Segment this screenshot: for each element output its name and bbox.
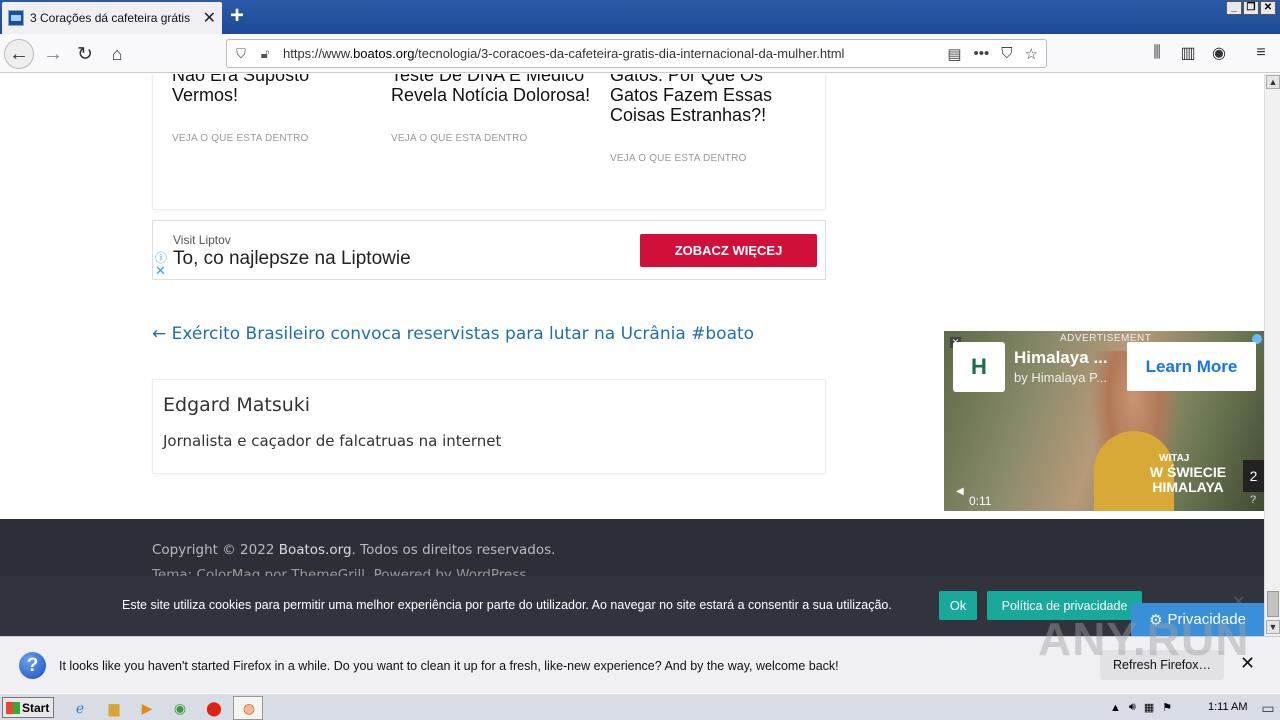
menu-icon[interactable]: ≡	[1250, 42, 1272, 64]
flag-icon[interactable]: ⚑	[1162, 701, 1172, 714]
vertical-scrollbar[interactable]: ▲ ▼	[1264, 74, 1280, 636]
reload-icon[interactable]: ↻	[70, 39, 100, 69]
lock-icon[interactable]: 🔓︎	[255, 46, 275, 62]
ad-cta-button[interactable]: ZOBACZ WIĘCEJ	[640, 234, 817, 267]
mute-icon[interactable]: ◀︎	[956, 486, 964, 497]
minimize-icon[interactable]: _	[1226, 1, 1242, 15]
recommendations-box: Não Era Suposto Vermos! VEJA O QUE ESTA …	[152, 74, 826, 210]
clock[interactable]: 1:11 AM	[1208, 701, 1248, 713]
video-ad-title[interactable]: Himalaya ...	[1014, 348, 1108, 368]
recommendation-cta[interactable]: VEJA O QUE ESTA DENTRO	[610, 149, 800, 169]
account-icon[interactable]: ◉	[1208, 42, 1230, 64]
back-icon[interactable]: ←	[4, 39, 34, 69]
library-icon[interactable]: ⫼	[1146, 42, 1168, 64]
network-icon[interactable]: ▦	[1144, 701, 1154, 714]
url-actions: ▤ ••• ⛉ ☆	[947, 45, 1046, 63]
volume-icon[interactable]: 🔊︎	[1129, 701, 1136, 714]
chrome-icon[interactable]: ◉	[170, 698, 190, 718]
video-overlay-small: WITAJ	[1159, 453, 1190, 464]
firefox-taskbar-button[interactable]: ◍	[233, 696, 263, 720]
footer-site-link[interactable]: Boatos.org	[279, 542, 352, 558]
ad-headline[interactable]: To, co najlepsze na Liptowie	[173, 248, 411, 270]
more-icon[interactable]: •••	[974, 45, 990, 63]
sidebar-icon[interactable]: ▥	[1177, 42, 1199, 64]
start-button[interactable]: Start	[2, 697, 54, 718]
media-player-icon[interactable]: ▶	[137, 698, 157, 718]
recommendation-cta[interactable]: VEJA O QUE ESTA DENTRO	[172, 129, 352, 149]
notification-text: It looks like you haven't started Firefo…	[59, 659, 839, 673]
scroll-up-icon[interactable]: ▲	[1266, 75, 1280, 89]
url-bar[interactable]: ⛉ 🔓︎ https://www.boatos.org/tecnologia/3…	[226, 39, 1047, 68]
firefox-icon: ◍	[242, 699, 256, 716]
windows-logo-icon	[6, 701, 20, 714]
site-favicon-icon	[8, 10, 24, 26]
recommendation-title[interactable]: Não Era Suposto Vermos!	[172, 74, 352, 105]
close-tab-icon[interactable]: ✕	[203, 8, 216, 28]
url-text[interactable]: https://www.boatos.org/tecnologia/3-cora…	[283, 46, 903, 61]
cookie-text: Este site utiliza cookies para permitir …	[122, 598, 892, 612]
opera-icon[interactable]: ⬤	[204, 698, 224, 718]
ie-icon[interactable]: ℯ	[70, 698, 90, 718]
shield-icon[interactable]: ⛉	[231, 46, 251, 62]
video-ad-logo: H	[953, 342, 1005, 392]
tray-expand-icon[interactable]: ▲	[1110, 702, 1121, 714]
window-controls: _ ❐ ✕	[1226, 1, 1276, 15]
video-ad[interactable]: ✕ ADVERTISEMENT H Himalaya ... by Himala…	[944, 331, 1264, 511]
new-tab-button[interactable]: +	[230, 3, 244, 29]
start-label: Start	[22, 700, 50, 715]
author-box: Edgard Matsuki Jornalista e caçador de f…	[152, 379, 826, 474]
browser-tab[interactable]: 3 Corações dá cafeteira grátis por ✕	[2, 2, 222, 34]
help-icon[interactable]: ?	[1250, 494, 1256, 506]
folder-icon[interactable]: ▆	[104, 698, 124, 718]
scroll-down-icon[interactable]: ▼	[1266, 620, 1280, 634]
recommendation-cta[interactable]: VEJA O QUE ESTA DENTRO	[391, 129, 591, 149]
recommendation-item[interactable]: Teste De DNA E Médico Revela Notícia Dol…	[391, 74, 591, 149]
pocket-icon[interactable]: ⛉	[1001, 45, 1012, 63]
reader-icon[interactable]: ▤	[947, 45, 961, 63]
anyrun-watermark: ANY.RUN	[1038, 613, 1250, 665]
previous-post-link[interactable]: ← Exército Brasileiro convoca reservista…	[152, 324, 754, 344]
restore-icon[interactable]: ❐	[1243, 1, 1259, 15]
navigation-toolbar: ← → ↻ ⌂ ⛉ 🔓︎ https://www.boatos.org/tecn…	[0, 34, 1280, 73]
scrollbar-thumb[interactable]	[1267, 591, 1279, 617]
title-bar: 3 Corações dá cafeteira grátis por ✕ + _…	[0, 0, 1280, 34]
tab-title: 3 Corações dá cafeteira grátis por	[30, 11, 194, 25]
page-content: Não Era Suposto Vermos! VEJA O QUE ESTA …	[0, 74, 1264, 636]
question-icon: ?	[19, 652, 46, 679]
ad-close-icon[interactable]: ✕	[155, 263, 166, 279]
recommendation-title[interactable]: Gatos: Por Que Os Gatos Fazem Essas Cois…	[610, 74, 800, 125]
ad-brand: Visit Liptov	[173, 233, 231, 247]
ad-banner[interactable]: ⓘ ✕ Visit Liptov To, co najlepsze na Lip…	[152, 220, 826, 280]
close-window-icon[interactable]: ✕	[1260, 1, 1276, 15]
system-tray: ▲ 🔊︎ ▦ ⚑	[1100, 696, 1280, 719]
author-bio: Jornalista e caçador de falcatruas na in…	[163, 432, 502, 450]
learn-more-button[interactable]: Learn More	[1127, 342, 1256, 391]
forward-icon[interactable]: →	[38, 39, 68, 69]
recommendation-item[interactable]: Não Era Suposto Vermos! VEJA O QUE ESTA …	[172, 74, 352, 149]
video-ad-count[interactable]: 2	[1243, 460, 1264, 492]
video-time: 0:11	[969, 494, 992, 508]
author-name: Edgard Matsuki	[163, 394, 311, 416]
show-desktop-icon[interactable]: ▭	[1258, 698, 1278, 718]
recommendation-item[interactable]: Gatos: Por Que Os Gatos Fazem Essas Cois…	[610, 74, 800, 169]
bookmark-star-icon[interactable]: ☆	[1025, 45, 1038, 63]
home-icon[interactable]: ⌂	[102, 39, 132, 69]
video-overlay-big: W ŚWIECIE HIMALAYA	[1149, 464, 1227, 495]
video-ad-subtitle: by Himalaya P...	[1014, 370, 1107, 385]
recommendation-title[interactable]: Teste De DNA E Médico Revela Notícia Dol…	[391, 74, 591, 105]
cookie-ok-button[interactable]: Ok	[939, 591, 977, 620]
footer-copyright: Copyright © 2022 Boatos.org. Todos os di…	[152, 542, 556, 558]
windows-taskbar: Start ℯ ▆ ▶ ◉ ⬤ ◍ ▲ 🔊︎ ▦ ⚑ 1:11 AM ▭	[0, 693, 1280, 720]
